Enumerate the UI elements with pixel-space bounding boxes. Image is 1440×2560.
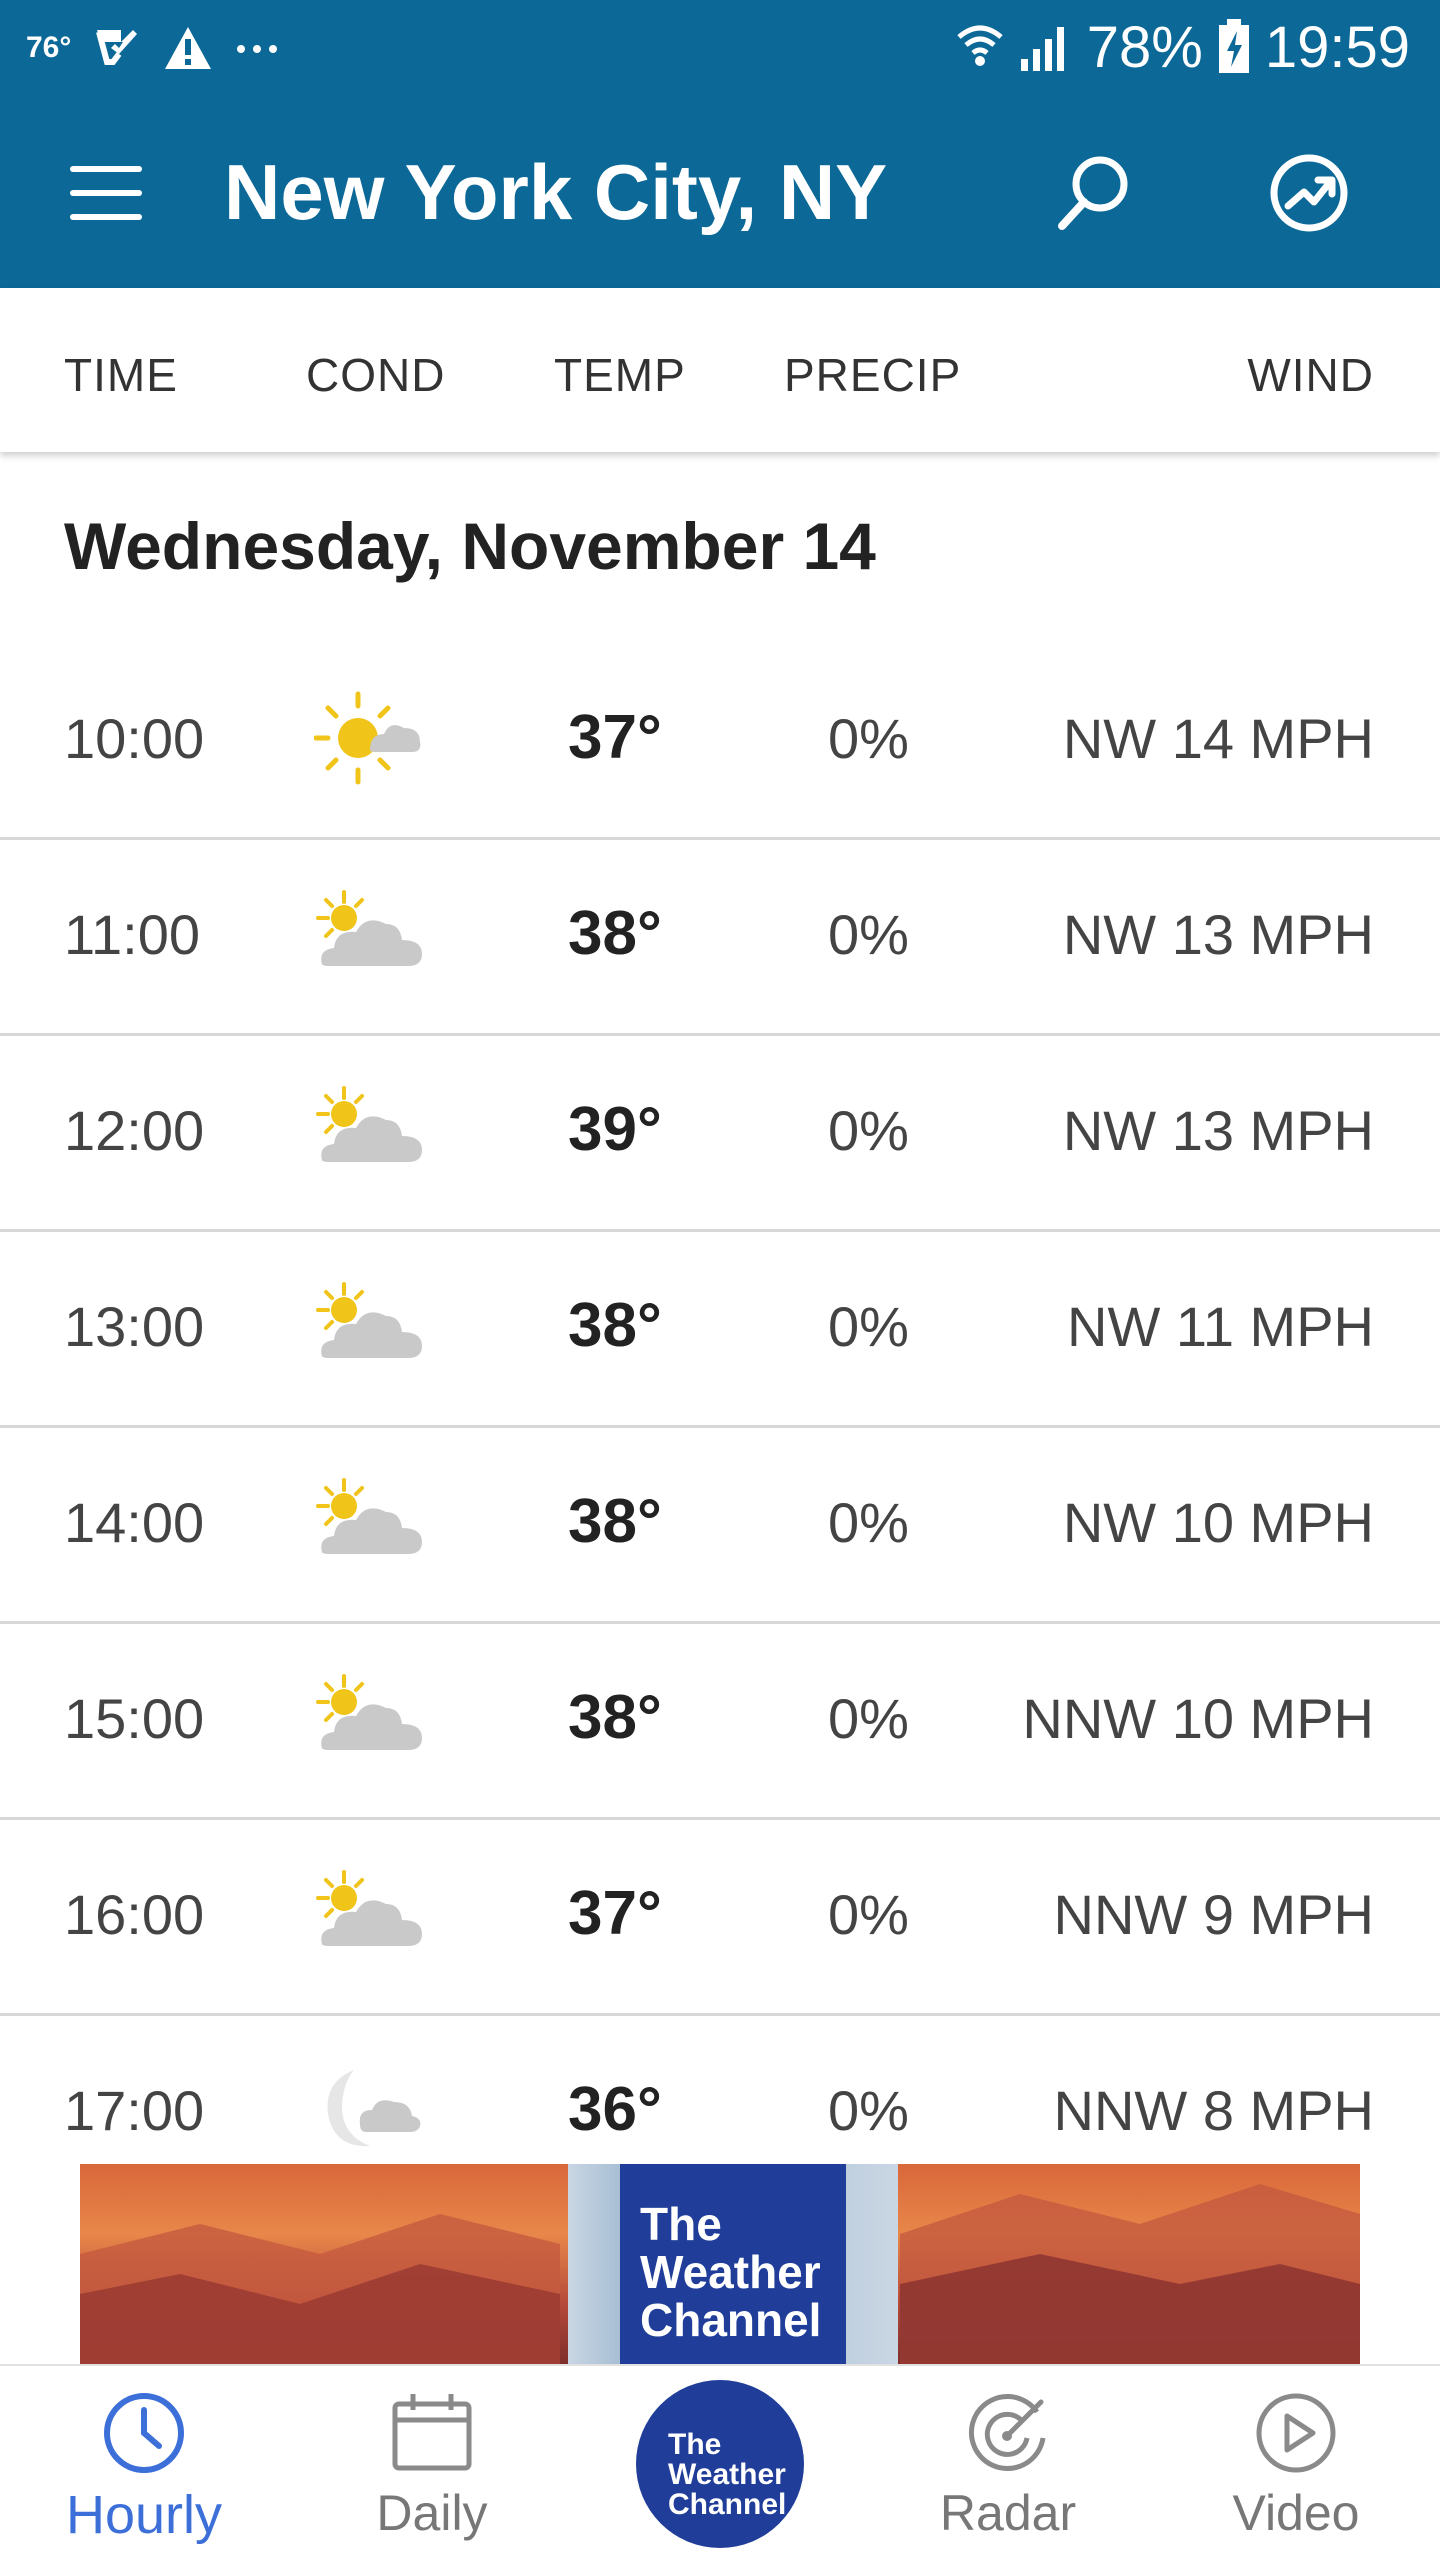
sunny-partly-cloudy-icon xyxy=(314,691,421,785)
nav-daily-label: Daily xyxy=(376,2485,488,2541)
nav-logo-line1: The xyxy=(668,2428,722,2461)
column-time: TIME xyxy=(64,349,178,401)
nav-radar-label: Radar xyxy=(939,2485,1077,2541)
night-partly-cloudy-icon xyxy=(327,2070,421,2147)
row-time: 15:00 xyxy=(64,1687,205,1750)
nav-video-label: Video xyxy=(1232,2485,1360,2541)
ad-logo-line1: The xyxy=(640,2198,722,2250)
row-time: 14:00 xyxy=(64,1491,205,1554)
row-temp: 37° xyxy=(568,703,662,772)
weather-channel-home-button[interactable]: The Weather Channel xyxy=(636,2380,804,2548)
ad-banner[interactable]: The Weather Channel xyxy=(80,2164,1360,2364)
row-wind: NW 13 MPH xyxy=(1062,903,1374,966)
status-bar: 76° 78% 19:59 xyxy=(0,0,1440,96)
bottom-nav: Hourly Daily The Weather Channel Radar V… xyxy=(0,2364,1440,2560)
battery-percent: 78% xyxy=(1086,14,1203,80)
play-video-icon xyxy=(1256,2393,1336,2473)
hourly-row[interactable]: 15:00 38° 0% NNW 10 MPH xyxy=(0,1624,1440,1820)
more-notifications-icon xyxy=(237,45,278,53)
row-time: 13:00 xyxy=(64,1295,205,1358)
radar-icon xyxy=(968,2394,1046,2471)
row-temp: 38° xyxy=(568,1487,662,1556)
row-time: 10:00 xyxy=(64,707,205,770)
wifi-icon xyxy=(957,25,1003,66)
column-temp: TEMP xyxy=(554,349,686,401)
location-title[interactable]: New York City, NY xyxy=(224,144,887,240)
row-time: 17:00 xyxy=(64,2079,205,2142)
row-temp: 36° xyxy=(568,2075,662,2144)
app-bar: New York City, NY xyxy=(0,96,1440,288)
clock-icon xyxy=(104,2393,184,2473)
ad-logo-line3: Channel xyxy=(640,2294,822,2346)
row-precip: 0% xyxy=(828,1883,909,1946)
signal-icon xyxy=(1020,27,1064,71)
nav-logo-line3: Channel xyxy=(668,2488,787,2521)
calendar-icon xyxy=(392,2394,472,2471)
row-precip: 0% xyxy=(828,903,909,966)
current-location-icon[interactable] xyxy=(1264,148,1354,238)
row-wind: NNW 9 MPH xyxy=(1053,1883,1374,1946)
column-header: TIME COND TEMP PRECIP WIND xyxy=(0,288,1440,452)
row-precip: 0% xyxy=(828,1687,909,1750)
hourly-row[interactable]: 13:00 38° 0% NW 11 MPH xyxy=(0,1232,1440,1428)
hamburger-menu-icon[interactable] xyxy=(60,158,152,228)
column-cond: COND xyxy=(306,349,446,401)
partly-cloudy-icon xyxy=(316,1478,422,1554)
partly-cloudy-icon xyxy=(316,1674,422,1750)
nav-logo-line2: Weather xyxy=(668,2458,786,2491)
row-temp: 38° xyxy=(568,1291,662,1360)
nav-hourly[interactable]: Hourly xyxy=(24,2366,264,2560)
ad-logo-line2: Weather xyxy=(640,2246,821,2298)
status-time: 19:59 xyxy=(1264,14,1410,80)
hourly-row[interactable]: 11:00 38° 0% NW 13 MPH xyxy=(0,840,1440,1036)
row-precip: 0% xyxy=(828,1491,909,1554)
hourly-row[interactable]: 14:00 38° 0% NW 10 MPH xyxy=(0,1428,1440,1624)
row-temp: 38° xyxy=(568,1683,662,1752)
nav-video[interactable]: Video xyxy=(1176,2366,1416,2560)
row-precip: 0% xyxy=(828,1295,909,1358)
battery-charging-icon xyxy=(1218,19,1249,73)
row-precip: 0% xyxy=(828,707,909,770)
hourly-list: 10:00 37° 0% NW 14 MPH 11:00 38° 0% NW 1… xyxy=(0,644,1440,2212)
partly-cloudy-icon xyxy=(316,1086,422,1162)
nav-radar[interactable]: Radar xyxy=(888,2366,1128,2560)
column-precip: PRECIP xyxy=(784,349,962,401)
row-wind: NW 14 MPH xyxy=(1062,707,1374,770)
row-wind: NNW 10 MPH xyxy=(1022,1687,1374,1750)
row-time: 12:00 xyxy=(64,1099,205,1162)
hourly-row[interactable]: 16:00 37° 0% NNW 9 MPH xyxy=(0,1820,1440,2016)
row-precip: 0% xyxy=(828,2079,909,2142)
row-temp: 39° xyxy=(568,1095,662,1164)
partly-cloudy-icon xyxy=(316,1282,422,1358)
partly-cloudy-icon xyxy=(316,1870,422,1946)
column-wind: WIND xyxy=(1247,349,1374,401)
row-temp: 37° xyxy=(568,1879,662,1948)
row-time: 11:00 xyxy=(64,903,200,966)
day-heading: Wednesday, November 14 xyxy=(64,509,876,583)
nav-hourly-label: Hourly xyxy=(65,2485,223,2545)
checkmark-notification-icon xyxy=(96,30,138,65)
row-precip: 0% xyxy=(828,1099,909,1162)
row-time: 16:00 xyxy=(64,1883,205,1946)
row-wind: NW 13 MPH xyxy=(1062,1099,1374,1162)
row-wind: NW 10 MPH xyxy=(1062,1491,1374,1554)
row-temp: 38° xyxy=(568,899,662,968)
nav-daily[interactable]: Daily xyxy=(312,2366,552,2560)
warning-icon xyxy=(165,27,212,69)
weather-channel-logo: The Weather Channel xyxy=(620,2164,846,2364)
partly-cloudy-icon xyxy=(316,890,422,966)
hourly-row[interactable]: 12:00 39° 0% NW 13 MPH xyxy=(0,1036,1440,1232)
status-temp: 76° xyxy=(26,31,72,64)
row-wind: NNW 8 MPH xyxy=(1053,2079,1374,2142)
search-icon[interactable] xyxy=(1048,148,1138,238)
status-left: 76° xyxy=(26,20,279,76)
status-right: 78% 19:59 xyxy=(955,14,1410,80)
hourly-row[interactable]: 10:00 37° 0% NW 14 MPH xyxy=(0,644,1440,840)
row-wind: NW 11 MPH xyxy=(1067,1295,1374,1358)
